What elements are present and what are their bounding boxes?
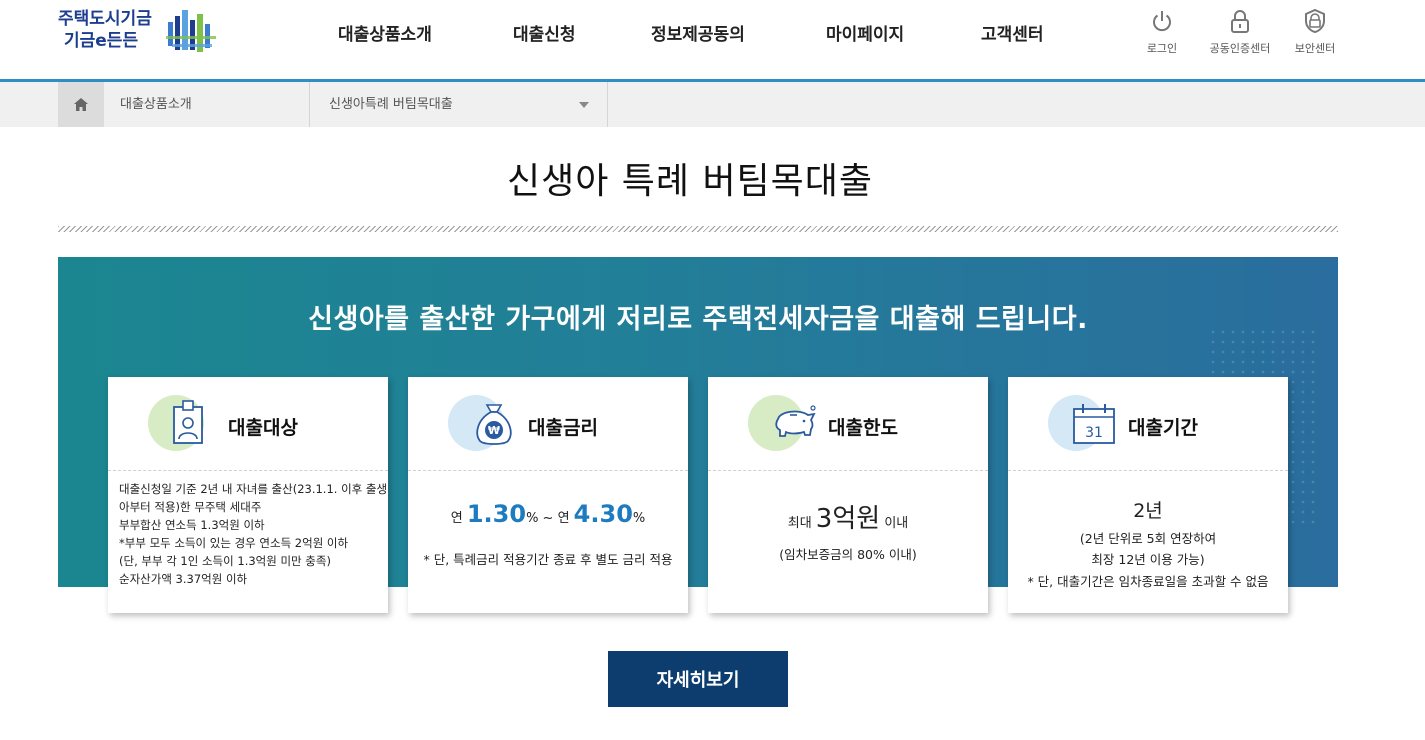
target-line: *부부 모두 소득이 있는 경우 연소득 2억원 이하 <box>119 536 349 550</box>
breadcrumb-level1[interactable]: 대출상품소개 <box>104 82 310 127</box>
card-loan-target: 대출대상 대출신청일 기준 2년 내 자녀를 출산(23.1.1. 이후 출생 … <box>108 377 388 613</box>
security-center-button[interactable]: 보안센터 <box>1275 8 1355 56</box>
certificate-center-button[interactable]: 공동인증센터 <box>1200 8 1280 56</box>
logo-line2: 기금e든든 <box>64 31 139 51</box>
title-divider <box>58 226 1338 232</box>
calendar-icon: 31 <box>1073 404 1115 444</box>
breadcrumb-level2-label: 신생아특례 버팀목대출 <box>329 97 453 112</box>
shield-icon <box>1305 8 1325 34</box>
chevron-down-icon <box>579 102 589 108</box>
id-badge-icon <box>173 400 203 444</box>
target-line: 대출신청일 기준 2년 내 자녀를 출산(23.1.1. 이후 출생 <box>119 482 388 496</box>
period-line: 최장 12년 이용 가능) <box>1091 552 1205 567</box>
site-header: 주택도시기금 기금e든든 대출상품소개 대출신청 정보제공동의 마이페이지 고객… <box>0 0 1425 82</box>
certificate-center-label: 공동인증센터 <box>1209 42 1271 55</box>
target-line: 부부합산 연소득 1.3억원 이하 <box>119 518 265 532</box>
banner-title: 신생아를 출산한 가구에게 저리로 주택전세자금을 대출해 드립니다. <box>308 304 1088 335</box>
login-button[interactable]: 로그인 <box>1122 8 1202 56</box>
logo-line1: 주택도시기금 <box>58 9 152 29</box>
rate-range: 연 1.30% ~ 연 4.30% <box>408 500 688 528</box>
card-header: 대출대상 <box>108 377 388 471</box>
card-loan-limit: 대출한도 최대 3억원 이내 (임차보증금의 80% 이내) <box>708 377 988 613</box>
calendar-day: 31 <box>1085 425 1103 441</box>
nav-item-loan-products[interactable]: 대출상품소개 <box>338 20 432 45</box>
money-bag-icon: ₩ <box>476 404 512 445</box>
target-description: 대출신청일 기준 2년 내 자녀를 출산(23.1.1. 이후 출생 아부터 적… <box>119 480 388 588</box>
card-body: 연 1.30% ~ 연 4.30% * 단, 특례금리 적용기간 종료 후 별도… <box>408 472 688 613</box>
card-header: 31 대출기간 <box>1008 377 1288 471</box>
rate-unit: % <box>632 511 646 526</box>
rate-separator: % ~ 연 <box>526 511 574 526</box>
limit-note: (임차보증금의 80% 이내) <box>779 547 917 562</box>
rate-min: 1.30 <box>466 500 527 528</box>
login-label: 로그인 <box>1146 42 1178 55</box>
site-logo[interactable]: 주택도시기금 기금e든든 <box>58 8 223 56</box>
target-line: 아부터 적용)한 무주택 세대주 <box>119 500 262 514</box>
card-interest-rate: ₩ 대출금리 연 1.30% ~ 연 4.30% * 단, 특례금리 적용기간 … <box>408 377 688 613</box>
limit-amount: 최대 3억원 이내 <box>708 498 988 535</box>
breadcrumb: 대출상품소개 신생아특례 버팀목대출 <box>0 82 1425 127</box>
nav-item-mypage[interactable]: 마이페이지 <box>826 20 904 45</box>
rate-note: * 단, 특례금리 적용기간 종료 후 별도 금리 적용 <box>423 552 673 567</box>
card-body: 최대 3억원 이내 (임차보증금의 80% 이내) <box>708 472 988 613</box>
card-body: 2년 (2년 단위로 5회 연장하여 최장 12년 이용 가능) * 단, 대출… <box>1008 472 1288 613</box>
lock-icon <box>1231 10 1249 33</box>
card-body: 대출신청일 기준 2년 내 자녀를 출산(23.1.1. 이후 출생 아부터 적… <box>108 472 388 613</box>
target-line: 순자산가액 3.37억원 이하 <box>119 572 248 586</box>
limit-suffix: 이내 <box>880 516 909 531</box>
svg-text:₩: ₩ <box>488 424 500 437</box>
target-line: (단, 부부 각 1인 소득이 1.3억원 미만 충족) <box>119 554 331 568</box>
nav-item-customer-center[interactable]: 고객센터 <box>981 20 1044 45</box>
card-header: ₩ 대출금리 <box>408 377 688 471</box>
card-title: 대출기간 <box>1128 417 1198 439</box>
breadcrumb-home-button[interactable] <box>58 82 104 127</box>
period-note: * 단, 대출기간은 임차종료일을 초과할 수 없음 <box>1027 574 1269 589</box>
rate-prefix: 연 <box>450 511 467 526</box>
limit-value: 3억원 <box>815 504 881 534</box>
nav-item-loan-apply[interactable]: 대출신청 <box>513 20 576 45</box>
logo-mark-icon <box>166 10 216 52</box>
logo-text: 주택도시기금 기금e든든 <box>58 8 152 52</box>
page-title: 신생아 특례 버팀목대출 <box>506 161 874 202</box>
nav-item-info-consent[interactable]: 정보제공동의 <box>651 20 745 45</box>
home-icon <box>74 98 88 111</box>
piggy-bank-icon <box>775 405 816 437</box>
rate-max: 4.30 <box>573 500 633 528</box>
limit-prefix: 최대 <box>787 516 816 531</box>
breadcrumb-level2-dropdown[interactable]: 신생아특례 버팀목대출 <box>310 82 608 127</box>
period-main: 2년 <box>1133 500 1163 522</box>
period-line: (2년 단위로 5회 연장하여 <box>1079 531 1217 546</box>
power-icon <box>1153 11 1171 32</box>
card-header: 대출한도 <box>708 377 988 471</box>
security-center-label: 보안센터 <box>1294 42 1336 55</box>
card-title: 대출금리 <box>528 417 598 439</box>
view-details-button[interactable]: 자세히보기 <box>608 651 788 707</box>
card-title: 대출대상 <box>228 417 298 439</box>
card-title: 대출한도 <box>828 417 898 439</box>
card-loan-period: 31 대출기간 2년 (2년 단위로 5회 연장하여 최장 12년 이용 가능)… <box>1008 377 1288 613</box>
